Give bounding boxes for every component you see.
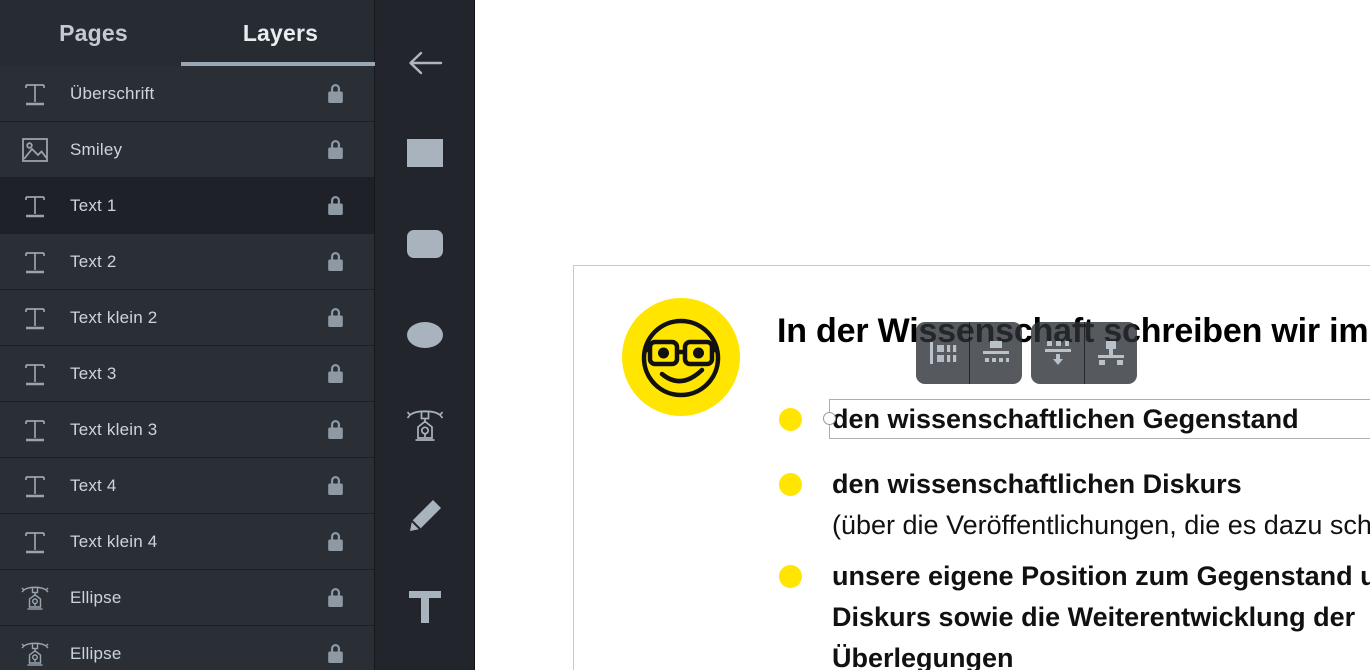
text-layer-icon bbox=[0, 362, 70, 386]
layer-row[interactable]: Text 2 bbox=[0, 234, 374, 290]
lock-closed-icon[interactable] bbox=[296, 586, 374, 609]
layer-row[interactable]: Ellipse bbox=[0, 626, 374, 670]
lock-closed-icon[interactable] bbox=[296, 474, 374, 497]
back-arrow-tool[interactable] bbox=[394, 36, 456, 90]
rounded-square-icon bbox=[406, 229, 443, 258]
layer-row[interactable]: Überschrift bbox=[0, 66, 374, 122]
layer-label: Ellipse bbox=[70, 643, 122, 663]
ellipse-tool[interactable] bbox=[394, 308, 456, 362]
lock-closed-icon[interactable] bbox=[296, 362, 374, 385]
bullet-line[interactable]: den wissenschaftlichen Gegenstand bbox=[832, 399, 1299, 440]
bullet-line[interactable]: Diskurs sowie die Weiterentwicklung der bbox=[832, 597, 1355, 638]
pencil-icon bbox=[407, 498, 443, 534]
layer-label: Ellipse bbox=[70, 587, 122, 607]
canvas-area[interactable]: In der Wissenschaft schreiben wir im den… bbox=[475, 0, 1370, 670]
align-toolbar-left[interactable] bbox=[916, 322, 1022, 384]
layer-row[interactable]: Smiley bbox=[0, 122, 374, 178]
tab-layers[interactable]: Layers bbox=[187, 0, 374, 66]
pen-tool[interactable] bbox=[394, 398, 456, 452]
text-tool[interactable] bbox=[394, 579, 456, 633]
layer-row[interactable]: Text klein 4 bbox=[0, 514, 374, 570]
layer-label: Überschrift bbox=[70, 83, 155, 103]
bullet-marker bbox=[779, 408, 802, 431]
bullet-marker bbox=[779, 473, 802, 496]
text-layer-icon bbox=[0, 530, 70, 554]
layer-label: Smiley bbox=[70, 139, 123, 159]
panel-tabs: Pages Layers bbox=[0, 0, 375, 69]
lock-closed-icon[interactable] bbox=[296, 250, 374, 273]
pencil-tool[interactable] bbox=[394, 489, 456, 543]
bezier-pen-icon bbox=[406, 407, 444, 443]
distribute-horizontal-icon bbox=[981, 338, 1011, 368]
layer-label: Text 2 bbox=[70, 251, 117, 271]
text-layer-icon bbox=[0, 82, 70, 106]
layer-label: Text 1 bbox=[70, 195, 117, 215]
app-root: Pages Layers Überschrift Smiley Text 1 Text… bbox=[0, 0, 1370, 670]
bullet-line[interactable]: den wissenschaftlichen Diskurs bbox=[832, 464, 1242, 505]
align-left-icon bbox=[928, 338, 958, 368]
image-layer-icon bbox=[0, 137, 70, 162]
align-vertical-bottom-button[interactable] bbox=[1031, 322, 1084, 384]
layer-label: Text klein 2 bbox=[70, 307, 158, 327]
align-horizontal-left-button[interactable] bbox=[916, 322, 969, 384]
layer-label: Text klein 3 bbox=[70, 419, 158, 439]
text-T-icon bbox=[407, 589, 443, 624]
layer-label: Text 4 bbox=[70, 475, 117, 495]
layer-row[interactable]: Text klein 2 bbox=[0, 290, 374, 346]
tab-pages[interactable]: Pages bbox=[0, 0, 187, 66]
layer-label: Text 3 bbox=[70, 363, 117, 383]
bullet-line[interactable]: (über die Veröffentlichungen, die es daz… bbox=[832, 505, 1370, 546]
square-icon bbox=[406, 139, 443, 168]
rounded-rect-tool[interactable] bbox=[394, 217, 456, 271]
text-layer-icon bbox=[0, 306, 70, 330]
align-bottom-icon bbox=[1043, 338, 1073, 368]
lock-closed-icon[interactable] bbox=[296, 306, 374, 329]
align-center-vertical-button[interactable] bbox=[1084, 322, 1137, 384]
layer-row[interactable]: Text klein 3 bbox=[0, 402, 374, 458]
layer-list: Überschrift Smiley Text 1 Text 2 Text klein … bbox=[0, 66, 374, 670]
lock-closed-icon[interactable] bbox=[296, 138, 374, 161]
layer-row[interactable]: Text 4 bbox=[0, 458, 374, 514]
layer-label: Text klein 4 bbox=[70, 531, 158, 551]
text-layer-icon bbox=[0, 250, 70, 274]
layers-panel: Pages Layers Überschrift Smiley Text 1 Text… bbox=[0, 0, 375, 670]
text-layer-icon bbox=[0, 194, 70, 218]
layer-row[interactable]: Text 1 bbox=[0, 178, 374, 234]
arrow-left-icon bbox=[405, 48, 445, 78]
lock-closed-icon[interactable] bbox=[296, 642, 374, 665]
ellipse-icon bbox=[406, 321, 443, 349]
bullet-line[interactable]: unsere eigene Position zum Gegenstand u bbox=[832, 556, 1370, 597]
bullet-line[interactable]: Überlegungen bbox=[832, 638, 1014, 670]
layer-row[interactable]: Ellipse bbox=[0, 570, 374, 626]
bullet-marker bbox=[779, 565, 802, 588]
distribute-horizontal-button[interactable] bbox=[969, 322, 1022, 384]
lock-closed-icon[interactable] bbox=[296, 418, 374, 441]
lock-closed-icon[interactable] bbox=[296, 82, 374, 105]
vector-layer-icon bbox=[0, 641, 70, 667]
lock-closed-icon[interactable] bbox=[296, 194, 374, 217]
align-center-vertical-icon bbox=[1096, 338, 1126, 368]
text-layer-icon bbox=[0, 418, 70, 442]
tools-toolbar bbox=[375, 0, 475, 670]
rectangle-tool[interactable] bbox=[394, 127, 456, 181]
lock-closed-icon[interactable] bbox=[296, 530, 374, 553]
layer-row[interactable]: Text 3 bbox=[0, 346, 374, 402]
text-layer-icon bbox=[0, 474, 70, 498]
vector-layer-icon bbox=[0, 585, 70, 611]
align-toolbar-right[interactable] bbox=[1031, 322, 1137, 384]
smiley-image[interactable] bbox=[622, 298, 740, 421]
